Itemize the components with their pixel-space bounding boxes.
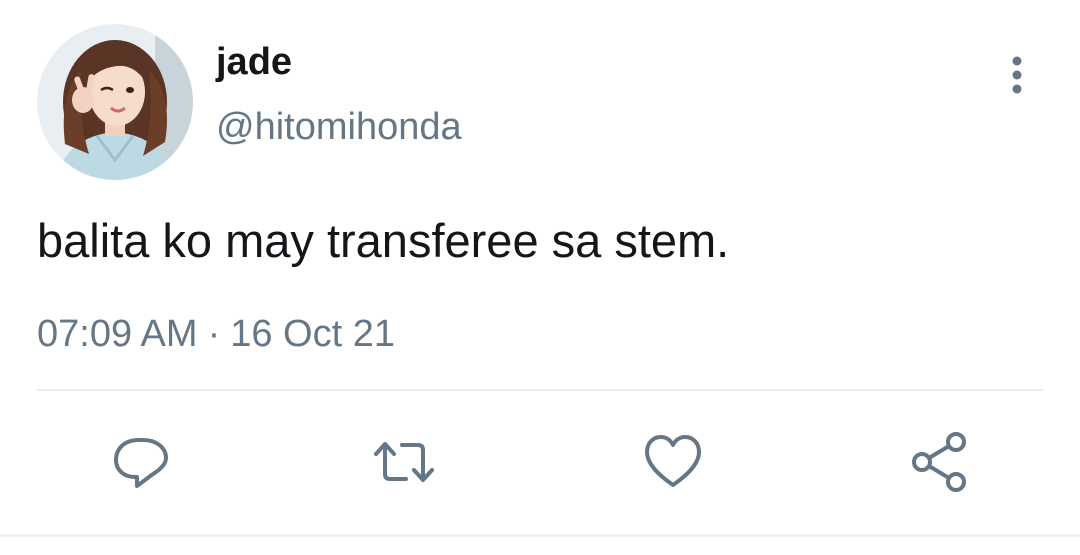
more-options-button[interactable]: [996, 52, 1038, 98]
retweet-icon: [374, 442, 434, 482]
display-name[interactable]: jade: [216, 40, 292, 84]
timestamp-separator: ·: [207, 313, 221, 355]
tweet-text: balita ko may transferee sa stem.: [37, 214, 730, 267]
like-button[interactable]: [641, 430, 705, 494]
tweet-card: jade @hitomihonda balita ko may transfer…: [0, 0, 1080, 555]
tweet-date: 16 Oct 21: [230, 313, 395, 355]
share-icon: [912, 432, 966, 492]
avatar[interactable]: [37, 24, 193, 180]
tweet-timestamp[interactable]: 07:09 AM · 16 Oct 21: [37, 312, 395, 356]
heart-icon: [645, 435, 701, 487]
divider: [37, 389, 1043, 391]
avatar-image: [37, 24, 193, 180]
tweet-time: 07:09 AM: [37, 313, 198, 355]
reply-icon: [114, 438, 168, 488]
retweet-button[interactable]: [372, 430, 436, 494]
bottom-border: [0, 534, 1080, 537]
more-vertical-icon: [1012, 56, 1022, 94]
share-button[interactable]: [908, 430, 972, 494]
user-handle[interactable]: @hitomihonda: [216, 105, 462, 149]
reply-button[interactable]: [109, 430, 173, 494]
